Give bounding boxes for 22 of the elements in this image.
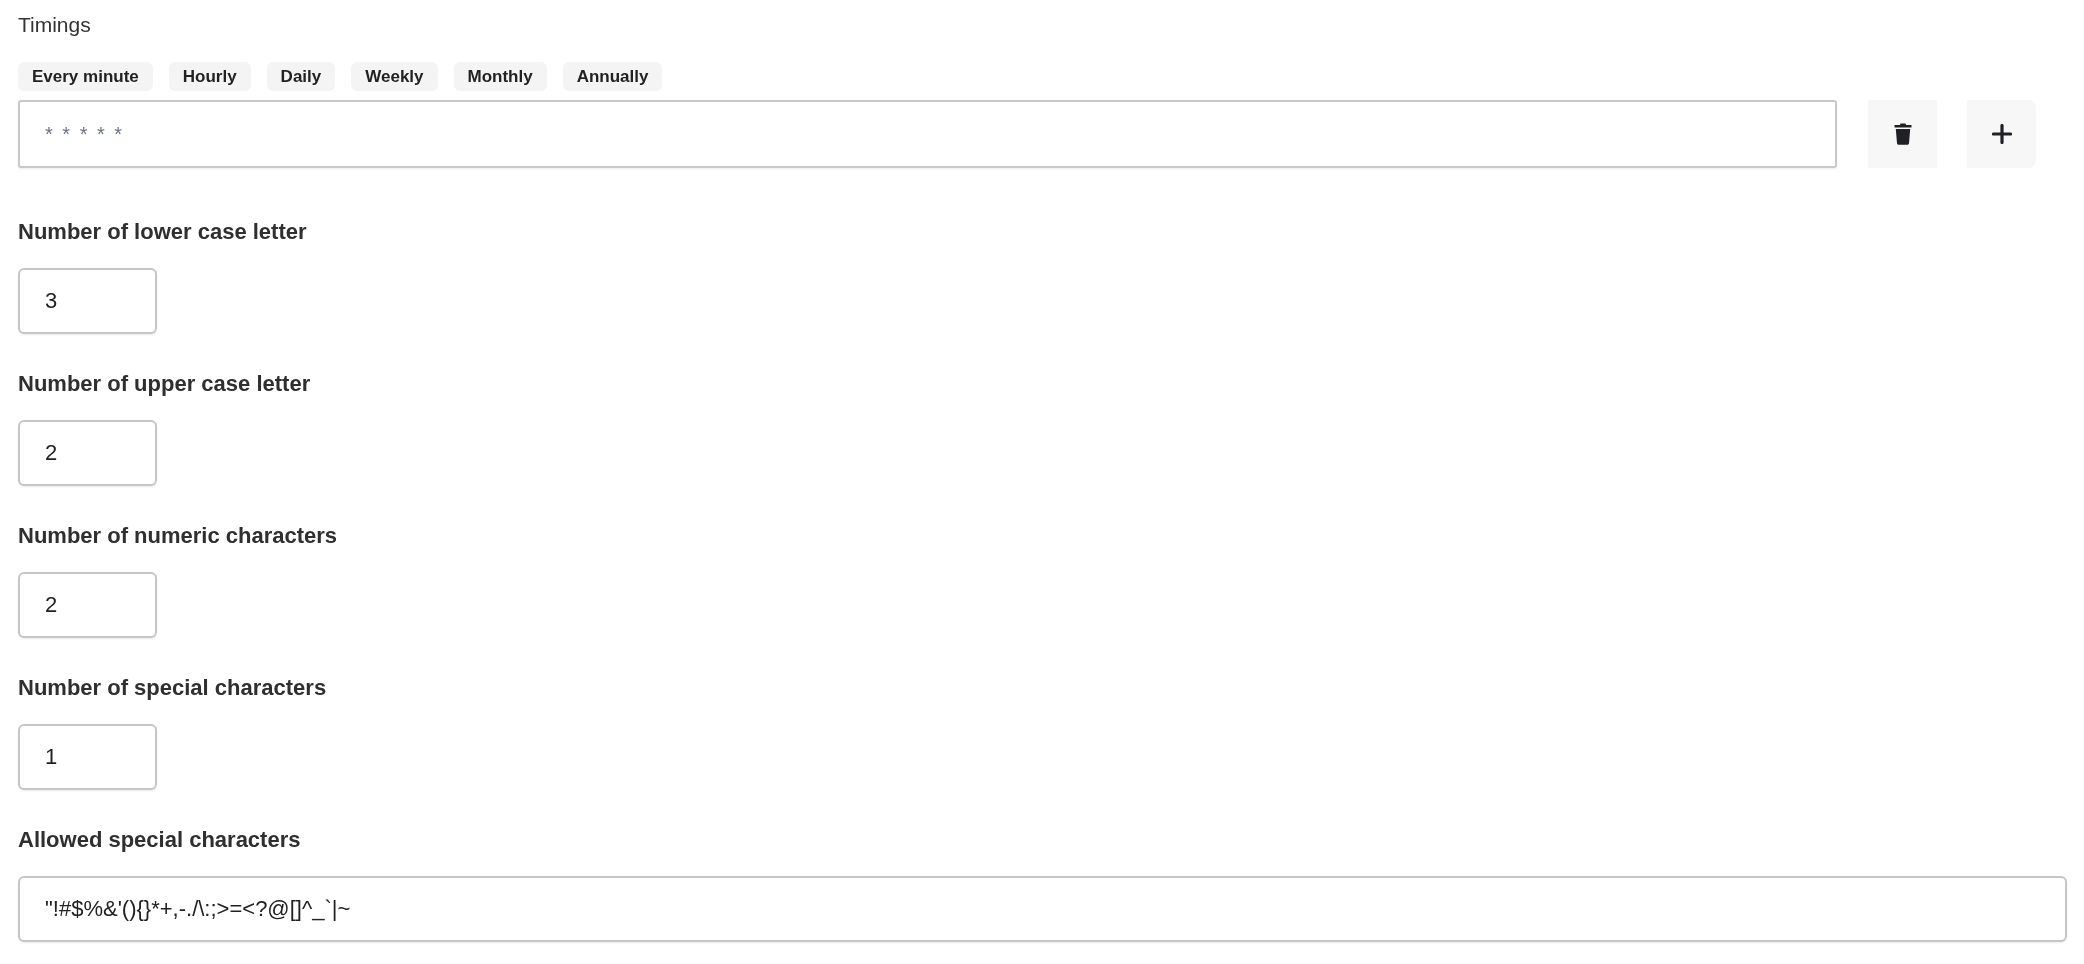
number-input[interactable]: 1 <box>18 724 157 790</box>
delete-button[interactable] <box>1868 100 1937 168</box>
field-label: Number of upper case letter <box>18 371 311 397</box>
preset-chip[interactable]: Daily <box>266 62 336 91</box>
preset-chip[interactable]: Annually <box>562 62 663 91</box>
preset-chip[interactable]: Every minute <box>18 62 153 91</box>
add-button[interactable] <box>1967 100 2036 168</box>
field-label: Number of special characters <box>18 675 327 701</box>
field-label: Number of lower case letter <box>18 219 307 245</box>
field-label: Number of numeric characters <box>18 523 338 549</box>
trash-icon <box>1893 123 1912 145</box>
plus-icon <box>1991 124 2012 144</box>
number-input[interactable]: 2 <box>18 572 157 638</box>
timings-label: Timings <box>18 12 91 37</box>
number-input[interactable]: 2 <box>18 420 157 486</box>
preset-chip[interactable]: Weekly <box>351 62 438 91</box>
text-input[interactable]: "!#$%&'(){}*+,-./\:;>=<?@[]^_`|~ <box>18 876 2067 942</box>
field-label: Allowed special characters <box>18 827 301 853</box>
preset-chip[interactable]: Monthly <box>453 62 547 91</box>
number-input[interactable]: 3 <box>18 268 157 334</box>
cron-input-field[interactable]: * * * * * <box>18 100 1837 168</box>
preset-chip[interactable]: Hourly <box>168 62 251 91</box>
